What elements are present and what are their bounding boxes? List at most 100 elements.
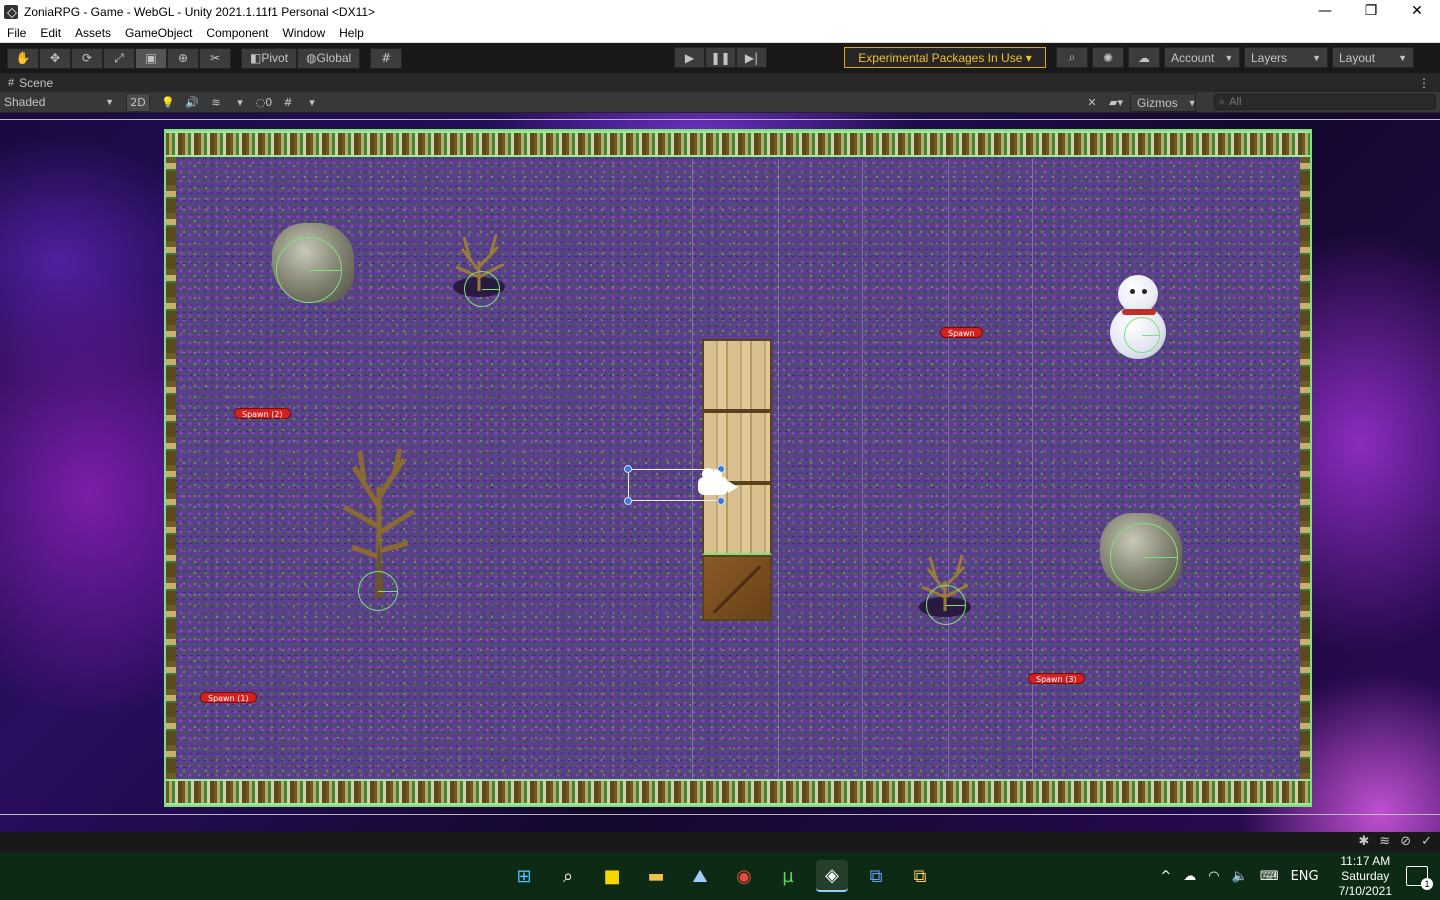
menu-gameobject[interactable]: GameObject xyxy=(118,26,199,40)
snowman-sprite[interactable] xyxy=(1102,275,1180,361)
maximize-button[interactable]: ❐ xyxy=(1348,0,1394,23)
step-icon[interactable]: ▶| xyxy=(736,47,767,68)
onedrive-icon[interactable]: ☁ xyxy=(1183,869,1196,884)
tools-icon[interactable]: ✕ xyxy=(1080,93,1104,112)
camera-gizmo-icon[interactable] xyxy=(698,468,742,497)
unity-icon[interactable]: ◈ xyxy=(816,860,848,892)
search-icon[interactable]: ⌕ xyxy=(1056,47,1088,68)
fence-left xyxy=(166,157,176,779)
divider xyxy=(0,814,1440,815)
play-icon[interactable]: ▶ xyxy=(674,47,705,68)
chevron-up-icon[interactable]: ^ xyxy=(1160,869,1171,884)
menu-assets[interactable]: Assets xyxy=(68,26,118,40)
camera-icon[interactable]: ▰▾ xyxy=(1104,93,1128,112)
move-tool-icon[interactable]: ✥ xyxy=(39,47,71,69)
pivot-toggle[interactable]: ◧ Pivot xyxy=(241,47,298,69)
rect-tool-icon[interactable]: ▣ xyxy=(135,47,167,69)
account-label: Account xyxy=(1171,50,1215,65)
cloud-icon[interactable]: ☁ xyxy=(1128,47,1160,68)
layers-dropdown[interactable]: Layers ▼ xyxy=(1244,47,1328,68)
debug-icon[interactable]: ⊘ xyxy=(1400,834,1411,849)
notification-badge: 1 xyxy=(1421,878,1433,890)
network-tool-icon[interactable]: ⧉ xyxy=(860,860,892,892)
menu-window[interactable]: Window xyxy=(275,26,332,40)
sticky-notes-icon[interactable]: ■ xyxy=(596,860,628,892)
menu-help[interactable]: Help xyxy=(332,26,371,40)
snowman-eye xyxy=(1142,289,1147,294)
lighting-icon[interactable]: 💡 xyxy=(156,93,180,112)
rotate-tool-icon[interactable]: ⟳ xyxy=(71,47,103,69)
resize-handle[interactable] xyxy=(624,465,632,473)
kebab-menu-icon[interactable]: ⋮ xyxy=(1418,76,1430,90)
resize-handle[interactable] xyxy=(717,497,725,505)
scene-viewport[interactable]: Spawn Spawn (2) Spawn (1) Spawn (3) xyxy=(0,113,1440,832)
search-placeholder: All xyxy=(1229,96,1242,108)
gizmos-dropdown[interactable]: Gizmos ▼ xyxy=(1130,93,1197,112)
photos-icon[interactable]: ⛰ xyxy=(684,860,716,892)
utorrent-icon[interactable]: µ xyxy=(772,860,804,892)
unity-logo-icon xyxy=(4,4,18,19)
audio-icon[interactable]: 🔊 xyxy=(180,93,204,112)
snowman-scarf xyxy=(1122,309,1156,315)
shading-mode-dropdown[interactable]: Shaded ▼ xyxy=(0,92,120,112)
grid-line xyxy=(862,159,863,779)
language-indicator[interactable]: ENG xyxy=(1291,869,1319,884)
account-dropdown[interactable]: Account ▼ xyxy=(1164,47,1240,68)
minimize-button[interactable]: — xyxy=(1302,0,1348,23)
wifi-icon[interactable]: ◠ xyxy=(1208,869,1219,884)
effects-icon[interactable]: ≋ xyxy=(204,93,228,112)
chevron-down-icon[interactable]: ▾ xyxy=(228,93,252,112)
chevron-down-icon[interactable]: ▾ xyxy=(300,93,324,112)
global-label: Global xyxy=(316,51,352,65)
collider-gizmo xyxy=(1124,317,1160,353)
clock[interactable]: 11:17 AM Saturday 7/10/2021 xyxy=(1339,854,1392,899)
file-explorer-icon[interactable]: ▬ xyxy=(640,860,672,892)
chevron-down-icon: ▼ xyxy=(1312,52,1321,63)
shading-label: Shaded xyxy=(4,95,46,109)
resize-handle[interactable] xyxy=(624,497,632,505)
mode-2d-toggle[interactable]: 2D xyxy=(126,92,150,112)
tab-scene[interactable]: Scene xyxy=(19,76,53,90)
keyboard-icon[interactable]: ⌨ xyxy=(1260,869,1279,884)
grid-snap-icon[interactable]: # xyxy=(370,47,403,69)
experimental-packages-button[interactable]: Experimental Packages In Use ▾ xyxy=(844,47,1046,68)
grid-icon[interactable]: # xyxy=(276,93,300,112)
windows-start-icon[interactable]: ⊞ xyxy=(508,860,540,892)
menu-file[interactable]: File xyxy=(0,26,33,40)
chrome-icon[interactable]: ◉ xyxy=(728,860,760,892)
check-icon[interactable]: ✓ xyxy=(1421,834,1432,849)
scene-search-input[interactable]: ⌕ All xyxy=(1214,94,1436,110)
spawn-label[interactable]: Spawn (3) xyxy=(1028,673,1085,684)
hidden-objects-icon[interactable]: ◌ 0 xyxy=(252,93,276,112)
global-toggle[interactable]: ◍ Global xyxy=(297,47,361,69)
menu-edit[interactable]: Edit xyxy=(33,26,68,40)
notification-center-icon[interactable]: 1 xyxy=(1406,866,1433,890)
spawn-label[interactable]: Spawn xyxy=(940,327,983,338)
bug-icon[interactable]: ✱ xyxy=(1358,834,1369,849)
pause-icon[interactable]: ❚❚ xyxy=(705,47,736,68)
layers-icon[interactable]: ≋ xyxy=(1379,834,1390,849)
close-button[interactable]: ✕ xyxy=(1394,0,1440,23)
search-icon[interactable]: ⌕ xyxy=(552,860,584,892)
scale-tool-icon[interactable]: ⤢ xyxy=(103,47,135,69)
spawn-label[interactable]: Spawn (1) xyxy=(200,692,257,703)
chevron-down-icon: ▼ xyxy=(1187,97,1197,108)
clock-day: Saturday xyxy=(1341,868,1390,883)
clock-date: 7/10/2021 xyxy=(1338,883,1392,898)
menu-bar: File Edit Assets GameObject Component Wi… xyxy=(0,23,1440,43)
menu-component[interactable]: Component xyxy=(199,26,275,40)
tilemap[interactable]: Spawn Spawn (2) Spawn (1) Spawn (3) xyxy=(164,129,1312,807)
chevron-down-icon: ▼ xyxy=(1224,52,1234,63)
camera-body xyxy=(698,468,728,495)
spawn-label[interactable]: Spawn (2) xyxy=(234,408,291,419)
hidden-count: 0 xyxy=(265,95,273,109)
crate-sprite xyxy=(702,555,772,621)
hand-tool-icon[interactable]: ✋ xyxy=(7,47,39,69)
volume-icon[interactable]: 🔈 xyxy=(1232,869,1248,884)
transform-tool-icon[interactable]: ⊕ xyxy=(167,47,199,69)
remote-tool-icon[interactable]: ⧉ xyxy=(904,860,936,892)
custom-tool-icon[interactable]: ✂ xyxy=(199,47,231,69)
layout-dropdown[interactable]: Layout ▼ xyxy=(1332,47,1414,68)
collab-icon[interactable]: ✺ xyxy=(1092,47,1124,68)
snowman-eye xyxy=(1130,289,1135,294)
